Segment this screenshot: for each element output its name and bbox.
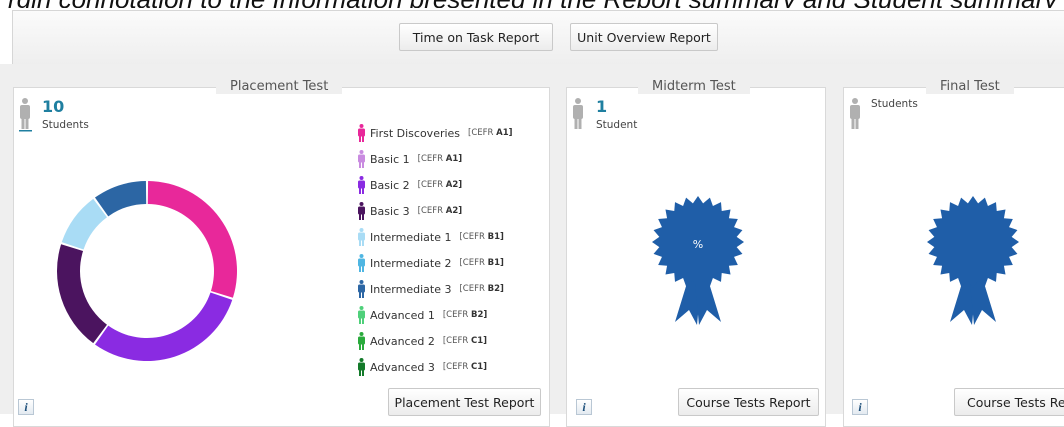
level-person-icon xyxy=(358,150,365,168)
legend-item: First Discoveries [CEFR A1] xyxy=(357,124,513,142)
legend-item: Intermediate 1 [CEFR B1] xyxy=(357,228,504,246)
final-student-label: Students xyxy=(871,98,918,110)
legend-cefr-level: [CEFR B2] xyxy=(443,310,487,320)
cefr-prefix: [CEFR xyxy=(459,284,488,294)
level-person-icon xyxy=(358,176,365,194)
cefr-level: B1] xyxy=(487,258,504,268)
level-person-icon xyxy=(358,254,365,272)
cefr-prefix: [CEFR xyxy=(442,362,471,372)
legend-label: Basic 1 xyxy=(370,152,410,166)
legend-cefr-level: [CEFR B1] xyxy=(459,258,503,268)
cefr-prefix: [CEFR xyxy=(459,258,488,268)
legend-label: Intermediate 3 xyxy=(370,282,452,296)
student-person-icon xyxy=(19,98,32,132)
time-on-task-report-button[interactable]: Time on Task Report xyxy=(399,23,553,51)
midterm-course-tests-report-button[interactable]: Course Tests Report xyxy=(678,388,819,416)
placement-student-count: 10 xyxy=(42,97,65,116)
cefr-prefix: [CEFR xyxy=(417,154,446,164)
final-course-tests-report-button[interactable]: Course Tests Report xyxy=(954,388,1064,416)
cefr-level: A2] xyxy=(445,206,463,216)
level-person-icon xyxy=(358,124,365,142)
cefr-level: A2] xyxy=(445,180,463,190)
cefr-level: C1] xyxy=(470,362,488,372)
legend-cefr-level: [CEFR A1] xyxy=(418,154,463,164)
legend-label: Basic 3 xyxy=(370,204,410,218)
midterm-student-label: Student xyxy=(596,119,638,131)
cefr-level: B2] xyxy=(487,284,504,294)
legend-item: Advanced 2 [CEFR C1] xyxy=(357,332,487,350)
cefr-level: A1] xyxy=(445,154,463,164)
final-info-button[interactable]: i xyxy=(852,399,868,415)
legend-label: First Discoveries xyxy=(370,126,461,140)
legend-label: Advanced 1 xyxy=(370,308,435,322)
legend-item: Intermediate 3 [CEFR B2] xyxy=(357,280,504,298)
legend-item: Advanced 3 [CEFR C1] xyxy=(357,358,487,376)
level-person-icon xyxy=(358,280,365,298)
legend-item: Basic 2 [CEFR A2] xyxy=(357,176,462,194)
cefr-level: C1] xyxy=(470,336,488,346)
legend-label: Intermediate 2 xyxy=(370,256,452,270)
placement-info-button[interactable]: i xyxy=(18,399,34,415)
donut-slice xyxy=(94,292,233,361)
cefr-prefix: [CEFR xyxy=(459,232,488,242)
legend-item: Intermediate 2 [CEFR B1] xyxy=(357,254,504,272)
legend-item: Advanced 1 [CEFR B2] xyxy=(357,306,487,324)
legend-label: Intermediate 1 xyxy=(370,230,452,244)
legend-cefr-level: [CEFR C1] xyxy=(443,336,487,346)
legend-label: Advanced 2 xyxy=(370,334,435,348)
donut-slice xyxy=(94,181,147,217)
donut-slice xyxy=(147,181,238,298)
legend-item: Basic 1 [CEFR A1] xyxy=(357,150,462,168)
midterm-test-title: Midterm Test xyxy=(638,79,750,94)
caption-text: rgin connotation to the Information pres… xyxy=(8,0,1058,8)
report-toolbar: Time on Task Report Unit Overview Report xyxy=(12,10,1064,66)
midterm-student-count: 1 xyxy=(596,97,608,116)
award-ribbon-icon xyxy=(927,196,1019,325)
placement-test-panel: Placement Test 10 Students First Discove… xyxy=(13,79,550,427)
legend-cefr-level: [CEFR A2] xyxy=(418,180,463,190)
cefr-prefix: [CEFR xyxy=(417,206,446,216)
placement-test-title: Placement Test xyxy=(216,79,343,94)
cefr-prefix: [CEFR xyxy=(442,310,471,320)
final-test-title: Final Test xyxy=(926,79,1014,94)
unit-overview-report-button[interactable]: Unit Overview Report xyxy=(570,23,718,51)
cefr-level: B2] xyxy=(470,310,488,320)
placement-student-label: Students xyxy=(42,119,89,131)
cefr-prefix: [CEFR xyxy=(442,336,471,346)
legend-item: Basic 3 [CEFR A2] xyxy=(357,202,462,220)
award-seal xyxy=(927,196,1019,288)
legend-cefr-level: [CEFR A1] xyxy=(468,128,513,138)
level-person-icon xyxy=(358,228,365,246)
legend-cefr-level: [CEFR A2] xyxy=(418,206,463,216)
final-test-panel: Final Test Students i Course Tests Repor… xyxy=(843,79,1064,427)
cefr-level: B1] xyxy=(487,232,504,242)
donut-slice xyxy=(57,244,107,344)
student-person-icon xyxy=(573,98,583,129)
midterm-test-panel: Midterm Test 1 Student % i Course Tests … xyxy=(566,79,826,427)
placement-donut-chart xyxy=(57,181,238,361)
cefr-prefix: [CEFR xyxy=(417,180,446,190)
level-person-icon xyxy=(358,358,365,376)
level-person-icon xyxy=(358,306,365,324)
level-person-icon xyxy=(358,202,365,220)
placement-test-report-button[interactable]: Placement Test Report xyxy=(388,388,541,416)
level-person-icon xyxy=(358,332,365,350)
legend-cefr-level: [CEFR B1] xyxy=(459,232,503,242)
legend-label: Advanced 3 xyxy=(370,360,435,374)
cefr-prefix: [CEFR xyxy=(468,128,497,138)
legend-label: Basic 2 xyxy=(370,178,410,192)
legend-cefr-level: [CEFR C1] xyxy=(443,362,487,372)
award-ribbon-icon: % xyxy=(652,196,744,325)
donut-slice xyxy=(61,198,107,250)
badge-percent-text: % xyxy=(693,238,703,251)
student-person-icon xyxy=(850,98,860,129)
cefr-level: A1] xyxy=(496,128,513,138)
midterm-info-button[interactable]: i xyxy=(576,399,592,415)
legend-cefr-level: [CEFR B2] xyxy=(459,284,503,294)
